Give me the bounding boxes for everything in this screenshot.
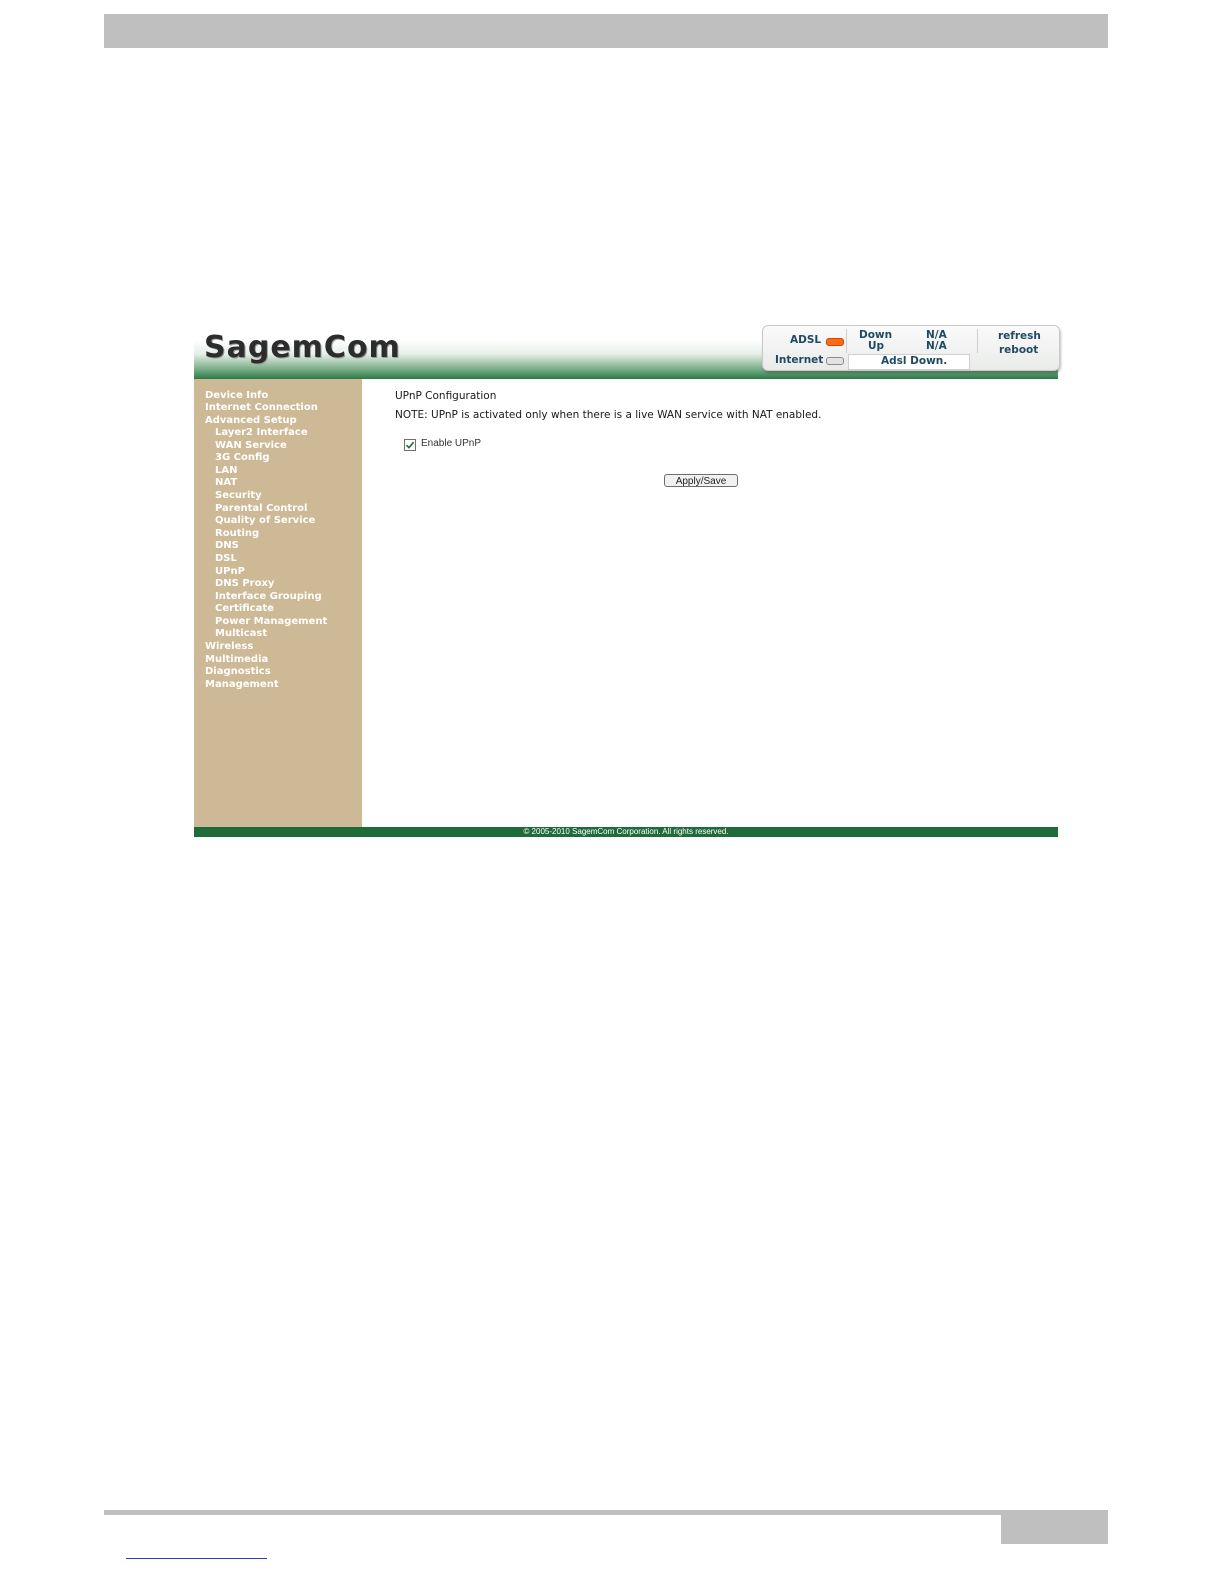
page-title: UPnP Configuration xyxy=(395,390,497,402)
refresh-link[interactable]: refresh xyxy=(998,330,1041,342)
upnp-note: NOTE: UPnP is activated only when there … xyxy=(395,409,822,421)
document-header-bar xyxy=(104,14,1108,48)
sidebar-item-layer2-interface[interactable]: Layer2 Interface xyxy=(215,427,308,438)
sidebar-item-3g-config[interactable]: 3G Config xyxy=(215,452,270,463)
copyright-footer: © 2005-2010 SagemCom Corporation. All ri… xyxy=(194,827,1058,837)
internet-label: Internet xyxy=(775,354,824,366)
sidebar-item-parental-control[interactable]: Parental Control xyxy=(215,503,307,514)
apply-save-button[interactable]: Apply/Save xyxy=(664,474,738,487)
sidebar-item-multicast[interactable]: Multicast xyxy=(215,628,267,639)
sidebar-item-power-management[interactable]: Power Management xyxy=(215,616,327,627)
status-panel: ADSL Internet Down Up N/A N/A Adsl Down.… xyxy=(762,325,1060,371)
sidebar-item-dns-proxy[interactable]: DNS Proxy xyxy=(215,578,274,589)
sidebar-item-upnp[interactable]: UPnP xyxy=(215,566,245,577)
sidebar-item-lan[interactable]: LAN xyxy=(215,465,237,476)
up-rate-value: N/A xyxy=(926,340,947,352)
sidebar-item-certificate[interactable]: Certificate xyxy=(215,603,274,614)
sidebar-item-device-info[interactable]: Device Info xyxy=(205,390,268,401)
status-divider xyxy=(977,329,978,353)
header-banner: SagemCom ADSL Internet Down Up N/A N/A A… xyxy=(194,323,1060,379)
sidebar-item-internet-connection[interactable]: Internet Connection xyxy=(205,402,318,413)
sagemcom-logo: SagemCom xyxy=(204,330,401,365)
adsl-label: ADSL xyxy=(790,334,822,346)
sidebar-item-wireless[interactable]: Wireless xyxy=(205,641,253,652)
status-divider xyxy=(846,329,847,353)
document-page-number-box xyxy=(1001,1513,1108,1544)
sidebar-item-wan-service[interactable]: WAN Service xyxy=(215,440,287,451)
sidebar-item-dsl[interactable]: DSL xyxy=(215,553,237,564)
router-ui-frame: SagemCom ADSL Internet Down Up N/A N/A A… xyxy=(194,323,1060,837)
sidebar-item-management[interactable]: Management xyxy=(205,679,279,690)
sidebar-item-multimedia[interactable]: Multimedia xyxy=(205,654,268,665)
sidebar-item-quality-of-service[interactable]: Quality of Service xyxy=(215,515,315,526)
internet-status-led-icon xyxy=(826,357,844,365)
sidebar-item-diagnostics[interactable]: Diagnostics xyxy=(205,666,271,677)
adsl-status-text: Adsl Down. xyxy=(881,355,948,367)
sidebar-item-interface-grouping[interactable]: Interface Grouping xyxy=(215,591,322,602)
enable-upnp-checkbox[interactable] xyxy=(404,439,416,451)
sidebar-item-nat[interactable]: NAT xyxy=(215,477,237,488)
reboot-link[interactable]: reboot xyxy=(999,344,1038,356)
document-footer-line xyxy=(104,1510,1108,1515)
main-content: UPnP Configuration NOTE: UPnP is activat… xyxy=(362,379,1058,827)
sidebar-item-security[interactable]: Security xyxy=(215,490,262,501)
sidebar-item-routing[interactable]: Routing xyxy=(215,528,259,539)
checkmark-icon xyxy=(405,441,415,449)
sidebar-item-advanced-setup[interactable]: Advanced Setup xyxy=(205,415,297,426)
up-label: Up xyxy=(868,340,885,352)
sidebar-nav: Device Info Internet Connection Advanced… xyxy=(194,379,362,827)
document-footer-link-underline xyxy=(126,1558,267,1559)
sidebar-item-dns[interactable]: DNS xyxy=(215,540,239,551)
adsl-status-led-icon xyxy=(826,338,844,346)
enable-upnp-label: Enable UPnP xyxy=(421,438,482,449)
adsl-status-box: Adsl Down. xyxy=(848,354,970,370)
